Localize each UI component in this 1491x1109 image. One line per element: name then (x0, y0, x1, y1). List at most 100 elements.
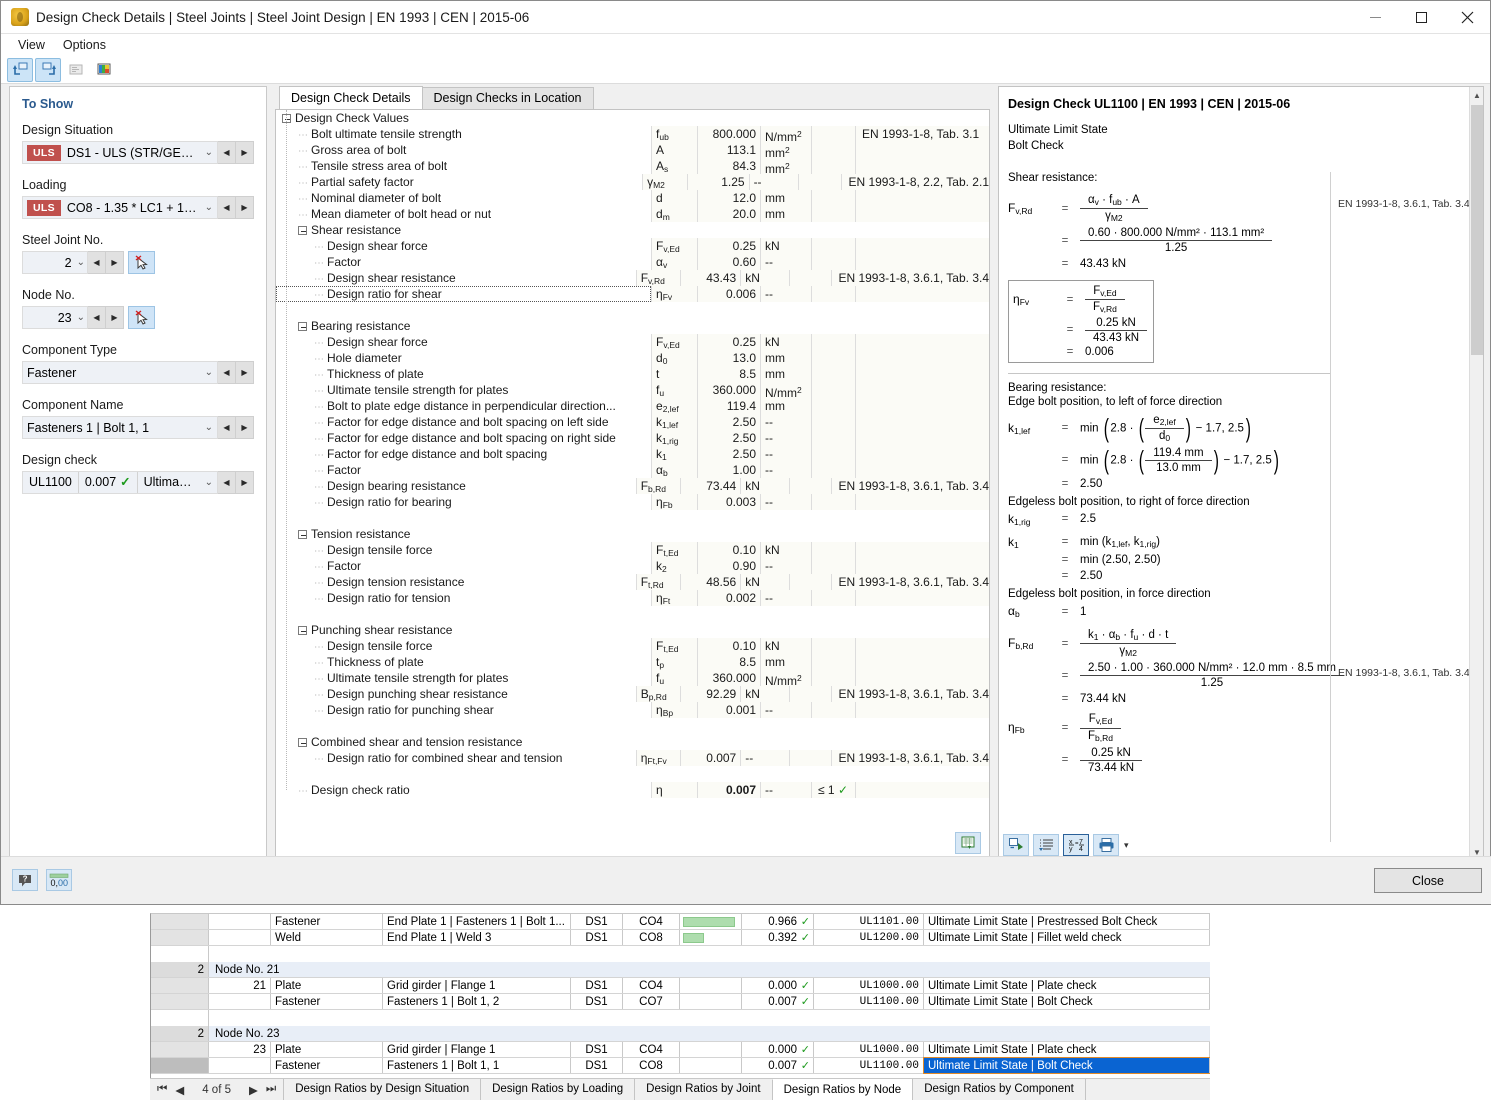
tab-design-checks-in-location[interactable]: Design Checks in Location (421, 87, 594, 109)
tree-value-row[interactable]: ⋯ Design ratio for combined shear and ten… (276, 750, 989, 766)
collapse-icon[interactable] (298, 322, 307, 332)
tree-value-row[interactable]: ⋯ Thickness of plate tp 8.5 mm (276, 654, 989, 670)
steel-joint-no-combo[interactable]: 2 ⌄ (22, 251, 88, 274)
tab-design-ratios-by-node[interactable]: Design Ratios by Node (771, 1079, 914, 1100)
design-check-values-tree[interactable]: Design Check Values ⋯ Bolt ultimate tensil… (275, 109, 990, 861)
grid-navigation-bar[interactable]: ⏮ ◀ 4 of 5 ▶ ⏭ Design Ratios by Design S… (150, 1078, 1210, 1100)
tree-value-row[interactable]: ⋯ Design shear resistance Fv,Rd 43.43 kN EN 1… (276, 270, 989, 286)
grid-check-description[interactable]: Ultimate Limit State | Plate check (924, 978, 1210, 993)
grid-group-row[interactable]: 2 Node No. 21 (151, 962, 1210, 978)
next-record-icon[interactable]: ▶ (249, 1083, 258, 1097)
component-type-prev-button[interactable]: ◀ (218, 361, 236, 384)
tab-design-ratios-by-component[interactable]: Design Ratios by Component (912, 1079, 1086, 1100)
collapse-icon[interactable] (298, 738, 307, 748)
tab-design-ratios-by-design-situation[interactable]: Design Ratios by Design Situation (283, 1079, 482, 1100)
pick-node-graphically-button[interactable] (128, 306, 155, 329)
grid-check-description[interactable]: Ultimate Limit State | Bolt Check (923, 1057, 1210, 1074)
design-situation-prev-button[interactable]: ◀ (218, 141, 236, 164)
tree-value-row[interactable]: ⋯ Design check ratio η 0.007 -- ≤ 1 ✓ (276, 782, 989, 798)
chevron-down-icon[interactable]: ⌄ (205, 367, 213, 378)
prev-record-icon[interactable]: ◀ (175, 1083, 184, 1097)
tree-value-row[interactable]: ⋯ Tensile stress area of bolt As 84.3 mm2 (276, 158, 989, 176)
tree-value-row[interactable]: ⋯ Bolt ultimate tensile strength fub 800.00… (276, 126, 989, 144)
node-prev-button[interactable]: ◀ (88, 306, 106, 329)
field-steel-joint-no[interactable]: 2 ⌄ ◀ ▶ (22, 251, 254, 274)
tree-group-row[interactable]: Shear resistance (276, 222, 989, 238)
design-situation-next-button[interactable]: ▶ (236, 141, 254, 164)
tree-value-row[interactable]: ⋯ Design ratio for shear ηFv 0.006 -- (276, 286, 989, 302)
collapse-icon[interactable] (298, 226, 307, 236)
grid-data-row[interactable]: Weld End Plate 1 | Weld 3 DS1 CO8 0.392 ✓ UL12… (151, 930, 1210, 946)
tree-value-row[interactable]: ⋯ Hole diameter d0 13.0 mm (276, 350, 989, 366)
field-loading[interactable]: ULS CO8 - 1.35 * LC1 + 1.50 * LC4 ⌄ ◀ ▶ (22, 196, 254, 219)
tree-group-row[interactable]: Combined shear and tension resistance (276, 734, 989, 750)
design-check-combo[interactable]: UL1100 0.007✓ Ultimate Limit ... ⌄ (22, 471, 218, 494)
tree-value-row[interactable]: ⋯ Design shear force Fv,Ed 0.25 kN (276, 238, 989, 254)
steel-joint-next-button[interactable]: ▶ (106, 251, 124, 274)
tree-value-row[interactable]: ⋯ Ultimate tensile strength for plates fu 3… (276, 382, 989, 400)
steel-joint-prev-button[interactable]: ◀ (88, 251, 106, 274)
help-button[interactable]: ? (12, 869, 38, 891)
chevron-down-icon[interactable]: ⌄ (205, 422, 213, 433)
formula-panel-scrollbar[interactable]: ▲ ▼ (1469, 87, 1483, 860)
tree-value-row[interactable]: ⋯ Nominal diameter of bolt d 12.0 mm (276, 190, 989, 206)
tab-design-ratios-by-loading[interactable]: Design Ratios by Loading (480, 1079, 636, 1100)
loading-combo[interactable]: ULS CO8 - 1.35 * LC1 + 1.50 * LC4 ⌄ (22, 196, 218, 219)
minimize-button[interactable] (1352, 1, 1398, 33)
close-button[interactable]: Close (1374, 868, 1482, 893)
show-values-button[interactable]: x y = 7 4 (1063, 834, 1089, 856)
formula-panel-toolbar[interactable]: x y = 7 4 ▾ (1003, 834, 1129, 856)
detail-settings-button[interactable] (1033, 834, 1059, 856)
field-component-type[interactable]: Fastener ⌄ ◀ ▶ (22, 361, 254, 384)
chevron-down-icon[interactable]: ⌄ (205, 147, 213, 158)
color-chart-button[interactable] (91, 58, 117, 82)
insert-into-report-button[interactable] (1003, 834, 1029, 856)
tree-group-row[interactable]: Punching shear resistance (276, 622, 989, 638)
grid-data-row[interactable]: 23 Plate Grid girder | Flange 1 DS1 CO4 0.000… (151, 1042, 1210, 1058)
record-navigator[interactable]: ⏮ ◀ 4 of 5 ▶ ⏭ (150, 1079, 283, 1100)
tree-value-row[interactable]: ⋯ Bolt to plate edge distance in perpendi… (276, 398, 989, 414)
chevron-down-icon[interactable]: ⌄ (77, 257, 85, 268)
pick-joint-graphically-button[interactable] (128, 251, 155, 274)
tree-value-row[interactable]: ⋯ Factor for edge distance and bolt spaci… (276, 446, 989, 462)
last-record-icon[interactable]: ⏭ (266, 1083, 276, 1096)
grid-group-row[interactable]: 2 Node No. 23 (151, 1026, 1210, 1042)
design-check-prev-button[interactable]: ◀ (218, 471, 236, 494)
chevron-down-icon[interactable]: ⌄ (205, 477, 217, 488)
tree-value-row[interactable]: ⋯ Factor αb 1.00 -- (276, 462, 989, 478)
grid-check-description[interactable]: Ultimate Limit State | Prestressed Bolt … (924, 914, 1210, 929)
field-design-situation[interactable]: ULS DS1 - ULS (STR/GEO) - Perm... ⌄ ◀ ▶ (22, 141, 254, 164)
print-button[interactable] (1093, 834, 1119, 856)
close-window-button[interactable] (1444, 1, 1490, 33)
field-design-check[interactable]: UL1100 0.007✓ Ultimate Limit ... ⌄ ◀ ▶ (22, 471, 254, 494)
collapse-icon[interactable] (298, 530, 307, 540)
tab-design-check-details[interactable]: Design Check Details (279, 86, 423, 109)
tree-value-row[interactable]: ⋯ Design ratio for bearing ηFb 0.003 -- (276, 494, 989, 510)
toolbar[interactable] (1, 56, 1490, 84)
decimal-places-button[interactable]: 0, 00 (46, 869, 72, 891)
menu-bar[interactable]: View Options (1, 34, 1490, 56)
grid-check-description[interactable]: Ultimate Limit State | Fillet weld check (924, 930, 1210, 945)
detail-tabs[interactable]: Design Check Details Design Checks in Lo… (275, 86, 990, 109)
list-view-button[interactable] (63, 58, 89, 82)
maximize-button[interactable] (1398, 1, 1444, 33)
print-dropdown-button[interactable]: ▾ (1123, 840, 1129, 851)
tree-value-row[interactable]: ⋯ Design ratio for tension ηFt 0.002 -- (276, 590, 989, 606)
tab-design-ratios-by-joint[interactable]: Design Ratios by Joint (634, 1079, 773, 1100)
tree-value-row[interactable]: ⋯ Design tensile force Ft,Ed 0.10 kN (276, 542, 989, 558)
tree-value-row[interactable]: ⋯ Partial safety factor γM2 1.25 -- EN 1993-1… (276, 174, 989, 190)
design-situation-combo[interactable]: ULS DS1 - ULS (STR/GEO) - Perm... ⌄ (22, 141, 218, 164)
design-check-next-button[interactable]: ▶ (236, 471, 254, 494)
grid-data-row[interactable]: Fastener Fasteners 1 | Bolt 1, 2 DS1 CO7 0.0… (151, 994, 1210, 1010)
export-to-excel-button[interactable] (955, 832, 981, 854)
tree-value-row[interactable]: ⋯ Factor αv 0.60 -- (276, 254, 989, 270)
collapse-icon[interactable] (298, 626, 307, 636)
tree-value-row[interactable]: ⋯ Gross area of bolt A 113.1 mm2 (276, 142, 989, 160)
chevron-down-icon[interactable]: ⌄ (77, 312, 85, 323)
loading-next-button[interactable]: ▶ (236, 196, 254, 219)
tree-group-row[interactable]: Bearing resistance (276, 318, 989, 334)
tree-value-row[interactable]: ⋯ Design ratio for punching shear ηBp 0.001… (276, 702, 989, 718)
grid-data-row[interactable]: Fastener End Plate 1 | Fasteners 1 | Bolt… (151, 914, 1210, 930)
tree-value-row[interactable]: ⋯ Factor for edge distance and bolt spaci… (276, 430, 989, 446)
first-record-icon[interactable]: ⏮ (157, 1083, 167, 1096)
